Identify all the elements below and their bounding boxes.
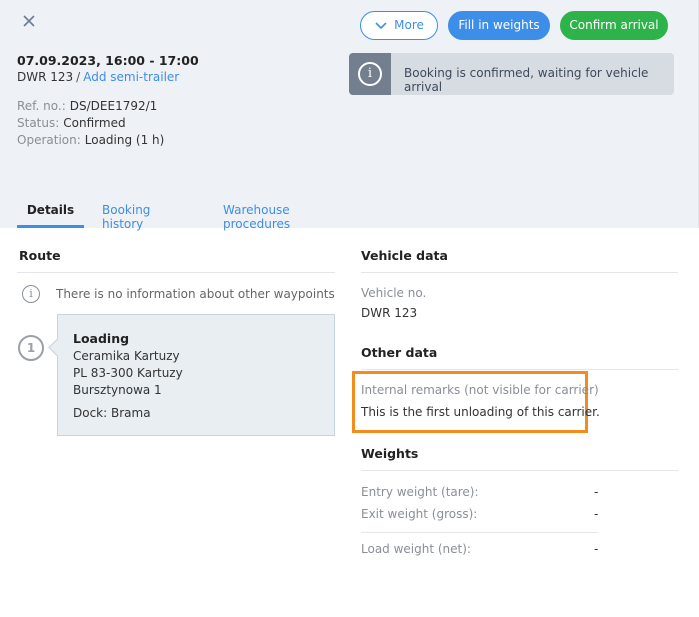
exit-weight-value: -: [594, 507, 599, 521]
entry-weight-row: Entry weight (tare): -: [361, 485, 676, 499]
more-button-label: More: [394, 18, 424, 32]
operation-row: Operation: Loading (1 h): [17, 133, 164, 147]
operation-label: Operation:: [17, 133, 81, 147]
ref-no-label: Ref. no.:: [17, 99, 66, 113]
ref-no-row: Ref. no.: DS/DEE1792/1: [17, 99, 157, 113]
info-icon: i: [358, 62, 382, 86]
waypoint-postal: PL 83-300 Kartuzy: [73, 366, 183, 380]
no-waypoints-text: There is no information about other wayp…: [56, 287, 335, 301]
tab-warehouse-procedures[interactable]: Warehouse procedures: [223, 203, 290, 231]
chevron-down-icon: [375, 21, 387, 29]
close-icon[interactable]: [22, 14, 38, 30]
status-banner: i Booking is confirmed, waiting for vehi…: [349, 53, 674, 95]
plate-line: DWR 123/Add semi-trailer: [17, 70, 179, 84]
waypoint-card: Loading Ceramika Kartuzy PL 83-300 Kartu…: [57, 314, 335, 436]
vehicle-divider: [361, 272, 678, 273]
more-button[interactable]: More: [360, 11, 438, 40]
other-data-title: Other data: [361, 345, 438, 360]
plate-separator: /: [76, 70, 81, 84]
entry-weight-label: Entry weight (tare):: [361, 485, 479, 499]
status-value: Confirmed: [63, 116, 126, 130]
ref-no-value: DS/DEE1792/1: [69, 99, 158, 113]
other-divider: [361, 369, 678, 370]
waypoint-type: Loading: [73, 331, 130, 346]
waypoint-company: Ceramika Kartuzy: [73, 349, 180, 363]
vehicle-no-value: DWR 123: [361, 306, 418, 320]
operation-value: Loading (1 h): [84, 133, 165, 147]
internal-remarks-value: This is the first unloading of this carr…: [361, 405, 600, 419]
confirm-arrival-button[interactable]: Confirm arrival: [560, 11, 668, 40]
exit-weight-label: Exit weight (gross):: [361, 507, 478, 521]
route-divider: [17, 272, 335, 273]
load-weight-row: Load weight (net): -: [361, 542, 676, 556]
remarks-highlight: [352, 371, 588, 433]
entry-weight-value: -: [594, 485, 599, 499]
add-semi-trailer-link[interactable]: Add semi-trailer: [83, 70, 179, 84]
load-weight-label: Load weight (net):: [361, 542, 471, 556]
fill-weights-button[interactable]: Fill in weights: [448, 11, 550, 40]
waypoint-street: Bursztynowa 1: [73, 383, 162, 397]
booking-date-time: 07.09.2023, 16:00 - 17:00: [17, 53, 199, 68]
load-weight-value: -: [594, 542, 599, 556]
vehicle-plate: DWR 123: [17, 70, 74, 84]
weights-title: Weights: [361, 446, 419, 461]
waypoint-dock: Dock: Brama: [73, 406, 151, 420]
info-circle-icon: i: [22, 285, 40, 303]
weights-divider: [361, 470, 678, 471]
status-banner-icon-area: i: [349, 53, 391, 95]
status-label: Status:: [17, 116, 60, 130]
exit-weight-row: Exit weight (gross): -: [361, 507, 676, 521]
waypoint-number-badge: 1: [18, 335, 44, 361]
status-row: Status: Confirmed: [17, 116, 126, 130]
internal-remarks-label: Internal remarks (not visible for carrie…: [361, 383, 599, 397]
vehicle-data-title: Vehicle data: [361, 248, 448, 263]
vehicle-no-label: Vehicle no.: [361, 286, 427, 300]
tab-details[interactable]: Details: [17, 203, 84, 228]
status-banner-text: Booking is confirmed, waiting for vehicl…: [404, 66, 649, 94]
net-weight-divider: [361, 532, 598, 533]
route-title: Route: [19, 248, 61, 263]
tab-booking-history[interactable]: Booking history: [102, 203, 150, 231]
